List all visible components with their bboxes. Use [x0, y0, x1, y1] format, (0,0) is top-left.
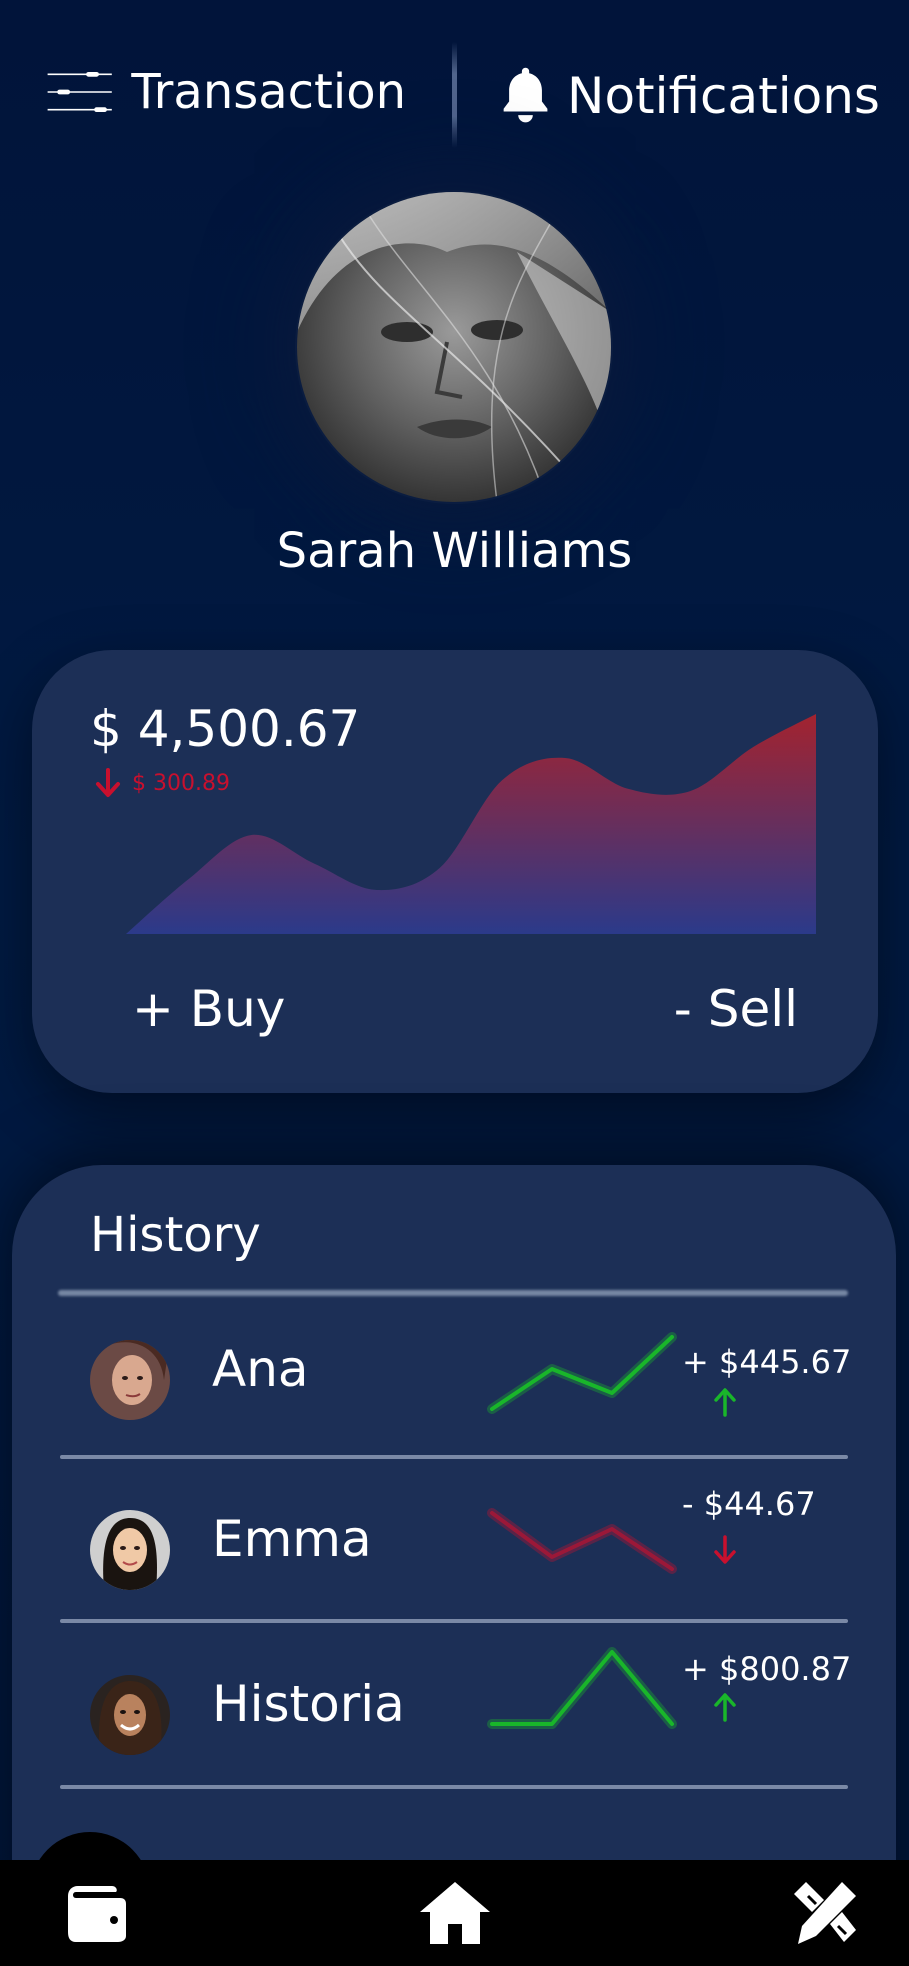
app-screen: Transaction Notifications Sarah Williams…	[0, 0, 909, 1966]
nav-tools[interactable]	[790, 1878, 860, 1948]
notifications-button[interactable]: Notifications	[500, 56, 880, 136]
row-divider	[60, 1455, 848, 1459]
balance-change-value: $ 300.89	[132, 770, 230, 796]
header-divider	[452, 42, 457, 148]
row-divider	[60, 1785, 848, 1789]
nav-home[interactable]	[418, 1878, 490, 1948]
history-name: Historia	[212, 1675, 405, 1733]
sell-button[interactable]: - Sell	[674, 980, 798, 1038]
avatar	[90, 1340, 170, 1420]
notifications-title: Notifications	[567, 67, 880, 125]
arrow-down-icon	[96, 768, 120, 797]
history-amount: - $44.67	[682, 1485, 816, 1523]
history-amount: + $445.67	[682, 1343, 852, 1381]
arrow-down-icon	[714, 1535, 736, 1564]
nav-wallet[interactable]	[60, 1878, 130, 1948]
profile-name: Sarah Williams	[276, 523, 633, 579]
avatar	[90, 1675, 170, 1755]
header: Transaction Notifications	[0, 0, 909, 180]
history-name: Emma	[212, 1510, 372, 1568]
wallet-icon	[68, 1886, 126, 1942]
arrow-up-icon	[714, 1388, 736, 1417]
home-icon	[420, 1882, 490, 1944]
history-name: Ana	[212, 1340, 309, 1398]
bottom-navigation	[0, 1860, 909, 1966]
sliders-menu-icon	[47, 71, 112, 113]
profile-avatar[interactable]	[297, 192, 611, 502]
row-divider	[60, 1619, 848, 1623]
arrow-up-icon	[714, 1693, 736, 1722]
profile-photo-placeholder	[297, 192, 611, 502]
tools-icon	[794, 1882, 856, 1944]
history-row-emma[interactable]: Emma - $44.67	[12, 1465, 896, 1625]
history-row-ana[interactable]: Ana + $445.67	[12, 1295, 896, 1455]
bell-icon	[503, 67, 548, 123]
history-panel: History Ana + $445.67 Emma - $44.67 Hist…	[12, 1165, 896, 1966]
avatar	[90, 1510, 170, 1590]
history-amount: + $800.87	[682, 1650, 852, 1688]
balance-amount: $ 4,500.67	[90, 700, 361, 758]
transaction-menu-button[interactable]: Transaction	[46, 52, 406, 132]
trend-sparkline	[487, 1647, 677, 1729]
buy-button[interactable]: + Buy	[132, 980, 285, 1038]
trend-sparkline	[487, 1508, 677, 1574]
balance-change: $ 300.89	[94, 768, 230, 798]
history-row-historia[interactable]: Historia + $800.87	[12, 1630, 896, 1790]
transaction-title: Transaction	[131, 64, 406, 120]
balance-card: $ 4,500.67 $ 300.89 + Buy - Sell	[32, 650, 878, 1093]
trend-sparkline	[487, 1332, 677, 1414]
history-title: History	[90, 1207, 261, 1263]
